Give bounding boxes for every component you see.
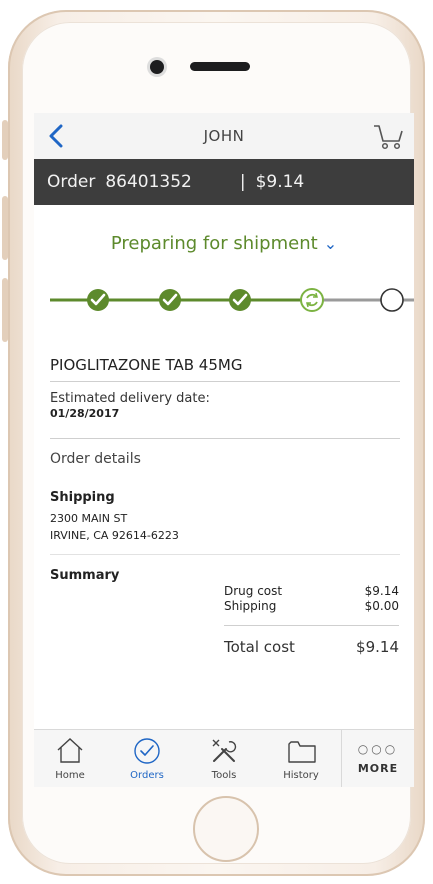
app-header: JOHN	[34, 113, 414, 160]
divider	[50, 554, 400, 555]
home-button[interactable]	[193, 796, 259, 862]
drug-cost-value: $9.14	[364, 584, 399, 598]
mute-switch	[2, 120, 8, 160]
drug-cost-row: Drug cost $9.14	[224, 584, 399, 598]
step-pending-icon	[380, 288, 404, 312]
tab-home[interactable]: Home	[36, 730, 104, 787]
more-dots-icon: ○○○	[357, 742, 399, 756]
app-screen: JOHN Order 86401352 | $9.14 Preparing fo…	[34, 113, 414, 787]
shipping-cost-label: Shipping	[224, 599, 277, 613]
bottom-tab-bar: Home Orders Tools History ○○○ MORE	[34, 729, 414, 787]
step-complete-icon	[159, 289, 181, 311]
divider	[50, 381, 400, 382]
estimated-delivery-label: Estimated delivery date:	[50, 391, 210, 406]
tools-icon	[212, 739, 237, 762]
checkmark-circle-icon	[134, 738, 160, 764]
order-amount: $9.14	[255, 172, 305, 192]
order-separator: |	[239, 172, 246, 192]
tab-tools-label: Tools	[211, 770, 237, 781]
product-name: PIOGLITAZONE TAB 45MG	[50, 356, 243, 374]
folder-icon	[288, 741, 316, 763]
step-complete-icon	[229, 289, 251, 311]
step-in-progress-icon	[300, 288, 324, 312]
tab-more[interactable]: ○○○ MORE	[341, 730, 414, 787]
tab-history[interactable]: History	[267, 730, 335, 787]
volume-down-button	[2, 278, 8, 342]
total-cost-row: Total cost $9.14	[224, 638, 399, 656]
order-summary-bar: Order 86401352 | $9.14	[34, 159, 414, 205]
earpiece-speaker	[190, 62, 250, 71]
chevron-down-icon: ⌄	[323, 234, 338, 253]
shipping-heading: Shipping	[50, 490, 115, 505]
tab-more-label: MORE	[357, 762, 399, 775]
step-complete-icon	[87, 289, 109, 311]
tab-orders-label: Orders	[130, 770, 164, 781]
order-number: 86401352	[105, 172, 192, 192]
status-text: Preparing for shipment	[110, 233, 318, 254]
order-label: Order	[47, 172, 96, 192]
tab-orders[interactable]: Orders	[113, 730, 181, 787]
divider	[224, 625, 399, 626]
divider	[50, 438, 400, 439]
shipping-cost-value: $0.00	[364, 599, 399, 613]
summary-heading: Summary	[50, 568, 120, 583]
order-details-link[interactable]: Order details	[50, 451, 141, 467]
total-cost-value: $9.14	[356, 638, 399, 656]
volume-up-button	[2, 196, 8, 260]
cart-icon[interactable]	[372, 123, 404, 151]
estimated-delivery-date: 01/28/2017	[50, 407, 120, 420]
page-title: JOHN	[203, 127, 245, 145]
shipment-progress-tracker	[50, 283, 414, 317]
total-cost-label: Total cost	[224, 638, 295, 656]
shipping-address-line2: IRVINE, CA 92614-6223	[50, 529, 179, 542]
drug-cost-label: Drug cost	[224, 584, 283, 598]
shipping-address-line1: 2300 MAIN ST	[50, 512, 128, 525]
home-icon	[57, 738, 83, 763]
front-camera	[150, 60, 164, 74]
shipping-cost-row: Shipping $0.00	[224, 599, 399, 613]
tab-tools[interactable]: Tools	[190, 730, 258, 787]
tab-home-label: Home	[55, 770, 85, 781]
status-toggle[interactable]: Preparing for shipment ⌄	[34, 233, 414, 254]
tab-history-label: History	[283, 770, 319, 781]
